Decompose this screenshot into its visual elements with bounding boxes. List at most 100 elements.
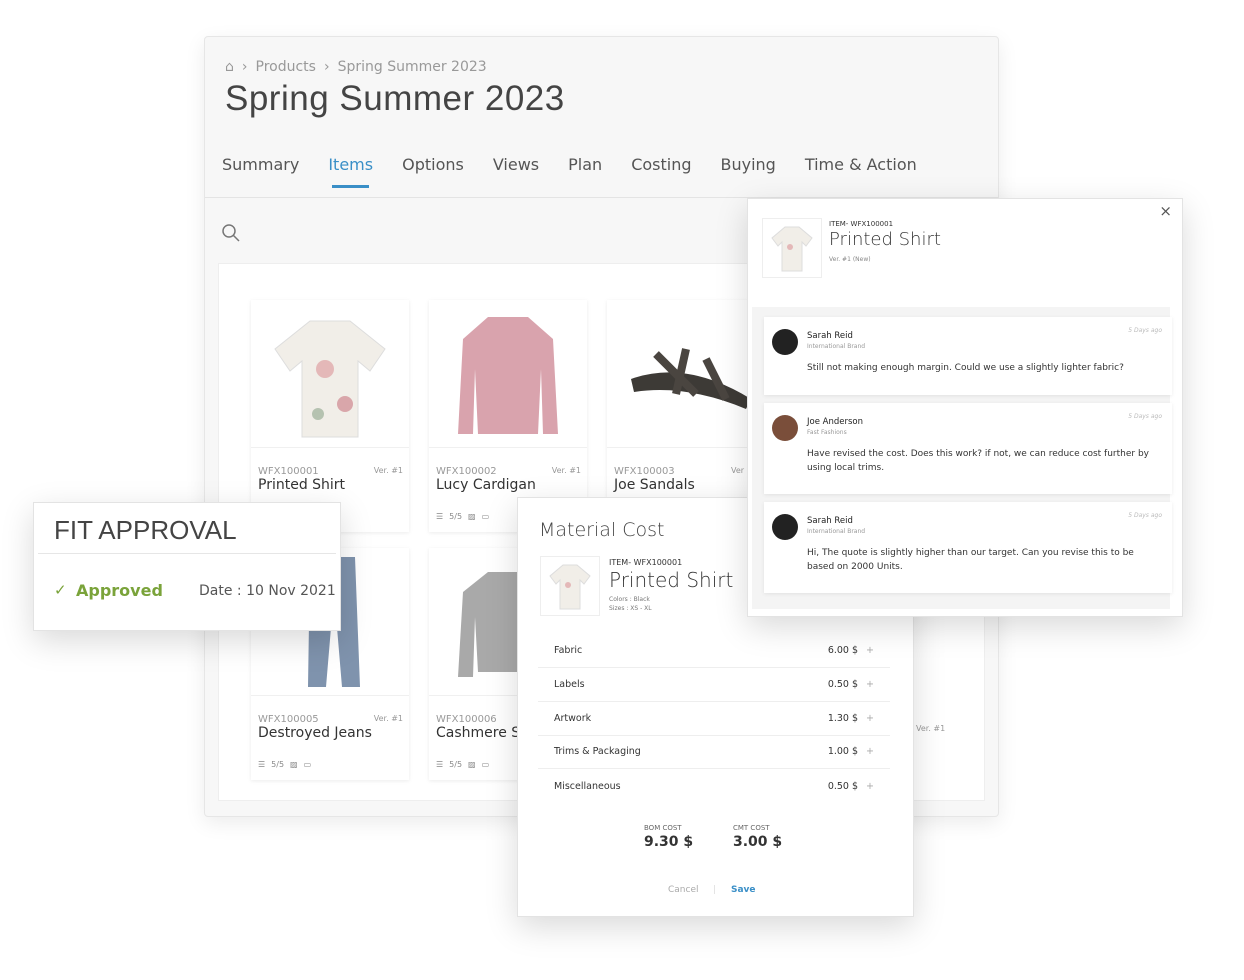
bom-cost-label: BOM COST <box>644 824 682 832</box>
comment-org: International Brand <box>807 343 866 350</box>
breadcrumb-current: Spring Summer 2023 <box>337 59 487 75</box>
divider <box>38 553 336 554</box>
plus-icon[interactable]: + <box>866 645 874 656</box>
plus-icon[interactable]: + <box>866 781 874 792</box>
bom-cost-value: 9.30 $ <box>644 834 694 850</box>
item-name: Lucy Cardigan <box>436 477 536 493</box>
item-code: ITEM- WFX100001 <box>609 558 683 567</box>
item-colors: Colors : Black <box>609 596 650 603</box>
save-button[interactable]: Save <box>731 885 756 895</box>
check-icon: ✓ <box>54 581 67 599</box>
comment-text: Hi, The quote is slightly higher than ou… <box>807 548 1134 572</box>
search-icon[interactable] <box>221 223 241 243</box>
tab-bar: Summary Items Options Views Plan Costing… <box>222 155 917 188</box>
comments-panel: × ITEM- WFX100001 Printed Shirt Ver. #1 … <box>747 198 1183 617</box>
dialog-title: Material Cost <box>539 519 665 541</box>
item-code: WFX100003 <box>614 466 675 477</box>
progress-count: 5/5 <box>449 760 463 769</box>
cost-row: Miscellaneous 0.50 $ + <box>554 780 874 792</box>
approval-date: Date : 10 Nov 2021 <box>199 583 336 599</box>
tab-plan[interactable]: Plan <box>568 155 602 188</box>
item-code: ITEM- WFX100001 <box>829 220 894 228</box>
cardigan-image <box>458 316 558 434</box>
checklist-icon[interactable]: ☰ <box>436 512 443 521</box>
sandals-image <box>631 347 751 409</box>
cmt-cost-label: CMT COST <box>733 824 770 832</box>
item-version: Ver <box>731 466 745 475</box>
checklist-icon[interactable]: ☰ <box>258 760 265 769</box>
comments-list: Sarah Reid International Brand 5 Days ag… <box>752 307 1172 609</box>
avatar <box>772 514 798 540</box>
plus-icon[interactable]: + <box>866 679 874 690</box>
tab-time-action[interactable]: Time & Action <box>805 155 917 188</box>
comment-time: 5 Days ago <box>1128 413 1162 420</box>
cost-row: Labels 0.50 $ + <box>538 668 890 702</box>
item-name: Printed Shirt <box>258 477 346 493</box>
item-thumbnail <box>762 218 822 278</box>
plus-icon[interactable]: + <box>866 713 874 724</box>
image-icon[interactable]: ▨ <box>468 760 476 769</box>
item-version: Ver. #1 (New) <box>829 256 871 263</box>
close-icon[interactable]: × <box>1159 202 1172 220</box>
avatar <box>772 329 798 355</box>
plus-icon[interactable]: + <box>866 746 874 757</box>
image-icon[interactable]: ▨ <box>468 512 476 521</box>
comment-author: Joe Anderson <box>807 417 863 427</box>
comment-time: 5 Days ago <box>1128 327 1162 334</box>
comment-text: Still not making enough margin. Could we… <box>807 363 1124 373</box>
item-version: Ver. #1 <box>373 466 403 475</box>
comment-icon[interactable]: ▭ <box>304 760 312 769</box>
item-name: Printed Shirt <box>829 229 941 250</box>
item-version: Ver. #1 <box>916 724 946 733</box>
status-badge: Approved <box>76 581 163 600</box>
item-thumbnail <box>540 556 600 616</box>
comment-author: Sarah Reid <box>807 516 853 526</box>
item-version: Ver. #1 <box>373 714 403 723</box>
item-code: WFX100002 <box>436 466 497 477</box>
progress-count: 5/5 <box>449 512 463 521</box>
fit-approval-card: FIT APPROVAL ✓ Approved Date : 10 Nov 20… <box>33 502 341 631</box>
comment-time: 5 Days ago <box>1128 512 1162 519</box>
progress-count: 5/5 <box>271 760 285 769</box>
tab-buying[interactable]: Buying <box>721 155 776 188</box>
comment-org: International Brand <box>807 528 866 535</box>
page-title: Spring Summer 2023 <box>225 79 565 118</box>
comment-icon[interactable]: ▭ <box>482 760 490 769</box>
comment-text: Have revised the cost. Does this work? i… <box>807 449 1149 473</box>
shirt-image <box>771 226 813 272</box>
item-code: WFX100006 <box>436 714 497 725</box>
home-icon[interactable]: ⌂ <box>225 59 234 75</box>
comment-org: Fast Fashions <box>807 429 847 436</box>
cmt-cost-value: 3.00 $ <box>733 834 783 850</box>
checklist-icon[interactable]: ☰ <box>436 760 443 769</box>
breadcrumb-products[interactable]: Products <box>256 59 316 75</box>
item-name: Printed Shirt <box>609 568 734 592</box>
tab-views[interactable]: Views <box>493 155 539 188</box>
comment: Sarah Reid International Brand 5 Days ag… <box>764 502 1172 593</box>
cancel-button[interactable]: Cancel <box>668 885 699 895</box>
item-image <box>607 300 765 448</box>
tab-items[interactable]: Items <box>328 155 373 188</box>
fit-approval-title: FIT APPROVAL <box>54 515 237 545</box>
shirt-image <box>274 320 386 437</box>
item-name: Destroyed Jeans <box>258 725 372 741</box>
tab-costing[interactable]: Costing <box>631 155 691 188</box>
tab-summary[interactable]: Summary <box>222 155 299 188</box>
item-name: Joe Sandals <box>614 477 695 493</box>
cost-row: Fabric 6.00 $ + <box>538 634 890 668</box>
comment-author: Sarah Reid <box>807 331 853 341</box>
item-code: WFX100001 <box>258 466 319 477</box>
avatar <box>772 415 798 441</box>
breadcrumb: ⌂ › Products › Spring Summer 2023 <box>225 59 487 75</box>
tab-options[interactable]: Options <box>402 155 464 188</box>
item-image <box>429 300 587 448</box>
comment-icon[interactable]: ▭ <box>482 512 490 521</box>
item-card[interactable]: WFX100001 Ver. #1 Printed Shirt <box>251 300 409 532</box>
image-icon[interactable]: ▨ <box>290 760 298 769</box>
item-version: Ver. #1 <box>551 466 581 475</box>
cost-row: Artwork 1.30 $ + <box>538 702 890 736</box>
comment: Joe Anderson Fast Fashions 5 Days ago Ha… <box>764 403 1172 494</box>
item-code: WFX100005 <box>258 714 319 725</box>
shirt-image <box>549 564 591 610</box>
item-sizes: Sizes : XS - XL <box>609 605 652 612</box>
